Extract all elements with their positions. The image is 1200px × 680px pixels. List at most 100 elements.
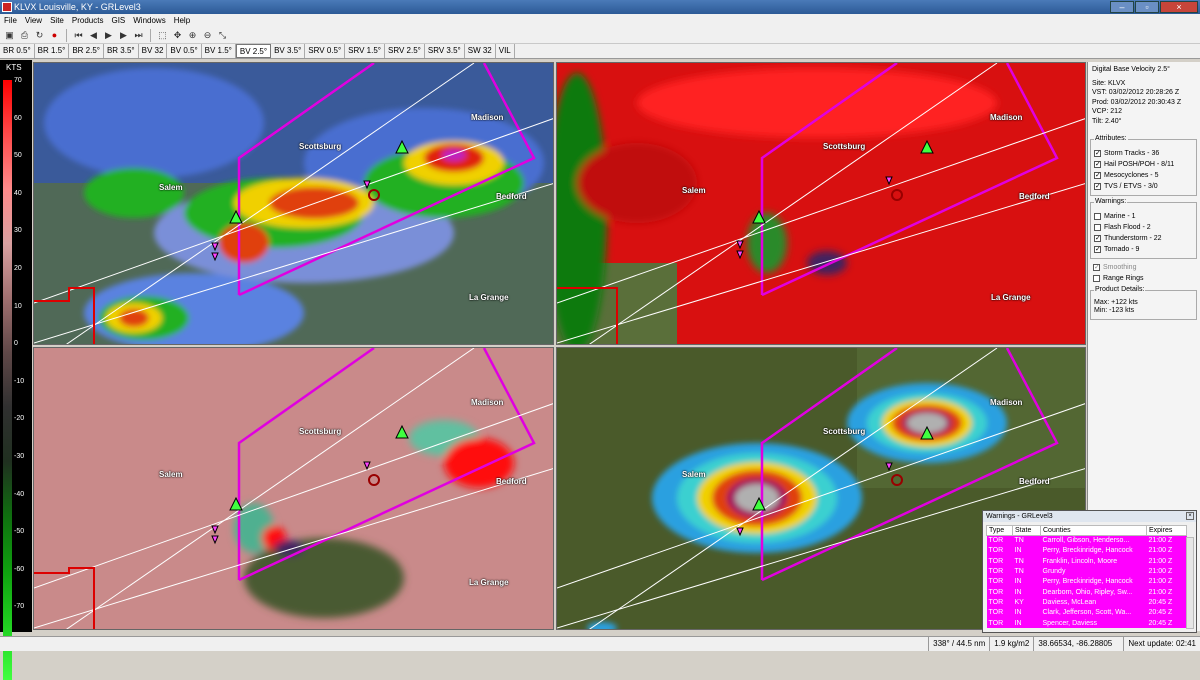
zoom-in-icon[interactable]: ⊕ xyxy=(186,29,199,42)
checkbox-thunderstorm-22[interactable]: ✓ Thunderstorm - 22 xyxy=(1094,233,1193,244)
checkbox-box[interactable]: ✓ xyxy=(1094,172,1101,179)
select-icon[interactable]: ⬚ xyxy=(156,29,169,42)
toolbar: ▣ ⎙ ↻ ● ⏮ ◀ ▶ ▶ ⏭ ⬚ ✥ ⊕ ⊖ ⤡ xyxy=(0,27,1200,44)
legend-tick: 0 xyxy=(14,340,18,348)
checkbox-box[interactable]: ✓ xyxy=(1094,161,1101,168)
menu-item-site[interactable]: Site xyxy=(46,14,68,27)
product-tab[interactable]: SRV 1.5° xyxy=(345,44,386,58)
maximize-button[interactable]: ▫ xyxy=(1135,1,1159,13)
prev-frame-icon[interactable]: ◀ xyxy=(87,29,100,42)
close-button[interactable]: × xyxy=(1160,1,1198,13)
checkbox-box[interactable]: ✓ xyxy=(1093,264,1100,271)
measure-icon[interactable]: ⤡ xyxy=(216,29,229,42)
checkbox-storm-tracks-36[interactable]: ✓ Storm Tracks - 36 xyxy=(1094,148,1193,159)
menu-item-gis[interactable]: GIS xyxy=(107,14,129,27)
warnings-window-titlebar[interactable]: Warnings - GRLevel3 × xyxy=(983,511,1196,522)
play-icon[interactable]: ▶ xyxy=(102,29,115,42)
checkbox-box[interactable]: ✓ xyxy=(1094,150,1101,157)
checkbox-box[interactable]: ✓ xyxy=(1094,235,1101,242)
column-header[interactable]: State xyxy=(1012,525,1041,536)
warnings-group: Warnings: Marine - 1 Flash Flood - 2 ✓ Thun… xyxy=(1090,198,1197,259)
max-value: Max: +122 kts xyxy=(1094,299,1138,306)
menu-item-file[interactable]: File xyxy=(0,14,21,27)
product-tab[interactable]: BV 1.5° xyxy=(202,44,236,58)
radar-panel-reflectivity[interactable]: Madison Scottsburg Salem Bedford La Gran… xyxy=(33,62,554,345)
column-header[interactable]: Expires xyxy=(1146,525,1187,536)
checkbox-tornado-9[interactable]: ✓ Tornado - 9 xyxy=(1094,244,1193,255)
table-cell: TOR xyxy=(986,607,1013,618)
column-header[interactable]: Type xyxy=(986,525,1013,536)
product-tab[interactable]: BV 2.5° xyxy=(235,44,272,58)
city-label: Madison xyxy=(990,398,1023,407)
city-label: La Grange xyxy=(469,293,509,302)
product-tab[interactable]: SRV 2.5° xyxy=(385,44,425,58)
menu-item-windows[interactable]: Windows xyxy=(129,14,169,27)
table-row[interactable]: TOR IN Spencer, Daviess 20:45 Z xyxy=(986,617,1187,629)
checkbox-hail-posh-poh-8-11[interactable]: ✓ Hail POSH/POH - 8/11 xyxy=(1094,159,1193,170)
last-frame-icon[interactable]: ⏭ xyxy=(132,29,145,42)
product-tab[interactable]: VIL xyxy=(496,44,515,58)
table-cell: TN xyxy=(1012,556,1041,567)
product-tab[interactable]: BV 0.5° xyxy=(167,44,202,58)
product-tab[interactable]: SW 32 xyxy=(465,44,496,58)
city-label: Madison xyxy=(990,113,1023,122)
checkbox-smoothing[interactable]: ✓ Smoothing xyxy=(1093,262,1198,273)
checkbox-box[interactable] xyxy=(1094,213,1101,220)
table-cell: Daviess, McLean xyxy=(1040,597,1147,608)
table-cell: Dearborn, Ohio, Ripley, Sw... xyxy=(1040,586,1147,598)
legend-tick: -60 xyxy=(14,565,25,573)
open-icon[interactable]: ▣ xyxy=(3,29,16,42)
table-row[interactable]: TOR IN Perry, Breckinridge, Hancock 21:00 Z xyxy=(986,545,1187,557)
column-header[interactable]: Counties xyxy=(1040,525,1147,536)
table-row[interactable]: TOR IN Dearborn, Ohio, Ripley, Sw... 21:00 … xyxy=(986,586,1187,598)
product-tab[interactable]: BR 2.5° xyxy=(69,44,104,58)
first-frame-icon[interactable]: ⏮ xyxy=(72,29,85,42)
next-frame-icon[interactable]: ▶ xyxy=(117,29,130,42)
product-tab[interactable]: BV 3.5° xyxy=(271,44,306,58)
menu-item-view[interactable]: View xyxy=(21,14,46,27)
checkbox-box[interactable]: ✓ xyxy=(1094,246,1101,253)
table-row[interactable]: TOR KY Daviess, McLean 20:45 Z xyxy=(986,597,1187,608)
checkbox-range-rings[interactable]: Range Rings xyxy=(1093,273,1198,284)
menu-item-help[interactable]: Help xyxy=(170,14,194,27)
print-icon[interactable]: ⎙ xyxy=(18,29,31,42)
checkbox-box[interactable]: ✓ xyxy=(1094,183,1101,190)
product-tab[interactable]: BR 3.5° xyxy=(104,44,139,58)
minimize-button[interactable]: – xyxy=(1110,1,1134,13)
checkbox-tvs-etvs-3-0[interactable]: ✓ TVS / ETVS - 3/0 xyxy=(1094,181,1193,192)
record-icon[interactable]: ● xyxy=(48,29,61,42)
table-row[interactable]: TOR IN Clark, Jefferson, Scott, Wa... 20:45… xyxy=(986,607,1187,618)
table-row[interactable]: TOR TN Grundy 21:00 Z xyxy=(986,566,1187,577)
checkbox-flash-flood-2[interactable]: Flash Flood - 2 xyxy=(1094,222,1193,233)
product-tab[interactable]: BR 0.5° xyxy=(0,44,35,58)
checkbox-box[interactable] xyxy=(1093,275,1100,282)
reload-icon[interactable]: ↻ xyxy=(33,29,46,42)
table-row[interactable]: TOR IN Perry, Breckinridge, Hancock 21:00 Z xyxy=(986,576,1187,587)
zoom-out-icon[interactable]: ⊖ xyxy=(201,29,214,42)
warnings-title: Warnings: xyxy=(1094,198,1128,205)
pan-icon[interactable]: ✥ xyxy=(171,29,184,42)
tilt-label: Tilt: 2.40° xyxy=(1092,117,1122,125)
menu-item-products[interactable]: Products xyxy=(68,14,108,27)
product-tab[interactable]: BR 1.5° xyxy=(35,44,70,58)
coords-readout: 38.66534, -86.28805 xyxy=(1033,637,1123,651)
city-label: Bedford xyxy=(1019,192,1050,201)
product-tab[interactable]: BV 32 xyxy=(139,44,168,58)
product-tab[interactable]: SRV 0.5° xyxy=(305,44,346,58)
table-cell: Carroll, Gibson, Henderso... xyxy=(1040,535,1147,546)
checkbox-mesocyclones-5[interactable]: ✓ Mesocyclones - 5 xyxy=(1094,170,1193,181)
checkbox-label: Storm Tracks - 36 xyxy=(1104,150,1160,157)
radar-panel-storm-relative[interactable]: Madison Scottsburg Salem Bedford La Gran… xyxy=(33,347,554,630)
close-icon[interactable]: × xyxy=(1186,512,1194,520)
warnings-table: Type State Counties Expires TOR TN Carroll, G… xyxy=(986,525,1187,629)
product-details-title: Product Details: xyxy=(1094,286,1146,293)
table-row[interactable]: TOR TN Franklin, Lincoln, Moore 21:00 Z xyxy=(986,556,1187,567)
warnings-scrollbar[interactable] xyxy=(1186,537,1194,629)
table-cell: 20:45 Z xyxy=(1146,617,1187,629)
product-tab[interactable]: SRV 3.5° xyxy=(425,44,465,58)
checkbox-marine-1[interactable]: Marine - 1 xyxy=(1094,211,1193,222)
radar-panel-velocity[interactable]: Madison Scottsburg Salem Bedford La Gran… xyxy=(556,62,1086,345)
checkbox-box[interactable] xyxy=(1094,224,1101,231)
city-label: Madison xyxy=(471,113,504,122)
table-row[interactable]: TOR TN Carroll, Gibson, Henderso... 21:00 Z xyxy=(986,535,1187,546)
